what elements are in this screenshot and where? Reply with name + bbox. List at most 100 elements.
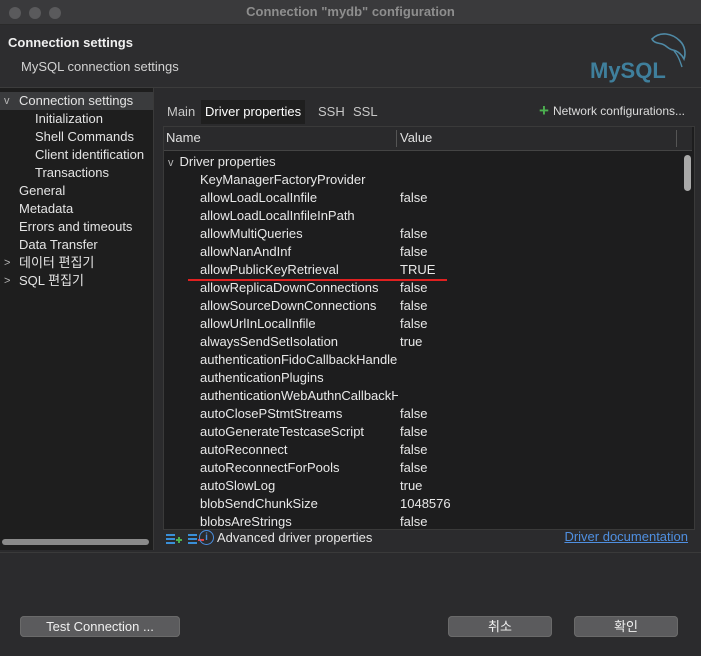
sidebar-item-label: Transactions — [35, 165, 109, 180]
table-row[interactable]: autoClosePStmtStreams false — [164, 405, 679, 423]
page-subtitle: MySQL connection settings — [21, 59, 179, 74]
mysql-logo-text: MySQL — [590, 58, 666, 83]
sidebar-item-data-transfer[interactable]: Data Transfer — [0, 236, 153, 254]
property-value[interactable]: false — [400, 243, 427, 261]
title-bar: Connection "mydb" configuration — [0, 0, 701, 25]
property-name: allowPublicKeyRetrieval — [200, 262, 339, 277]
add-property-icon[interactable] — [166, 532, 182, 546]
table-row[interactable]: authenticationWebAuthnCallbackHandler — [164, 387, 679, 405]
tab-driver-properties[interactable]: Driver properties — [201, 100, 306, 124]
test-connection-button[interactable]: Test Connection ... — [20, 616, 180, 637]
property-name: allowSourceDownConnections — [200, 298, 377, 313]
sidebar-item-initialization[interactable]: Initialization — [0, 110, 153, 128]
property-value[interactable]: false — [400, 423, 427, 441]
chevron-right-icon[interactable]: > — [4, 272, 10, 290]
sidebar-item-data-editor[interactable]: > 데이터 편집기 — [0, 254, 153, 272]
column-header-value[interactable]: Value — [400, 130, 432, 145]
sidebar-item-connection-settings[interactable]: v Connection settings — [0, 92, 153, 110]
property-name: allowLoadLocalInfileInPath — [200, 208, 355, 223]
table-row[interactable]: allowLoadLocalInfileInPath — [164, 207, 679, 225]
table-row[interactable]: autoGenerateTestcaseScript false — [164, 423, 679, 441]
property-value[interactable]: false — [400, 297, 427, 315]
sidebar-item-general[interactable]: General — [0, 182, 153, 200]
property-name: allowUrlInLocalInfile — [200, 316, 316, 331]
property-name: allowReplicaDownConnections — [200, 280, 379, 295]
sidebar-item-errors-and-timeouts[interactable]: Errors and timeouts — [0, 218, 153, 236]
property-value[interactable]: false — [400, 315, 427, 333]
property-name: allowNanAndInf — [200, 244, 292, 259]
mysql-logo: MySQL — [590, 33, 686, 83]
sidebar-item-label: Metadata — [19, 201, 74, 216]
column-resize-handle[interactable] — [676, 130, 677, 147]
property-name: allowLoadLocalInfile — [200, 190, 318, 205]
sidebar-item-transactions[interactable]: Transactions — [0, 164, 153, 182]
property-name: KeyManagerFactoryProvider — [200, 172, 366, 187]
property-name: authenticationPlugins — [200, 370, 324, 385]
property-value[interactable]: false — [400, 405, 427, 423]
table-row[interactable]: alwaysSendSetIsolation true — [164, 333, 679, 351]
table-row[interactable]: allowPublicKeyRetrieval TRUE — [164, 261, 679, 279]
table-row[interactable]: allowReplicaDownConnections false — [164, 279, 679, 297]
sidebar-nav: v Connection settings Initialization She… — [0, 88, 154, 550]
column-resize-handle[interactable] — [396, 130, 397, 147]
property-name: authenticationWebAuthnCallbackHandler — [200, 388, 398, 403]
table-row[interactable]: autoSlowLog true — [164, 477, 679, 495]
sidebar-item-client-identification[interactable]: Client identification — [0, 146, 153, 164]
cancel-button[interactable]: 취소 — [448, 616, 552, 637]
table-row[interactable]: allowSourceDownConnections false — [164, 297, 679, 315]
chevron-right-icon[interactable]: > — [4, 254, 10, 272]
ok-button[interactable]: 확인 — [574, 616, 678, 637]
sidebar-item-sql-editor[interactable]: > SQL 편집기 — [0, 272, 153, 290]
tab-main[interactable]: Main — [163, 100, 199, 124]
table-row[interactable]: authenticationPlugins — [164, 369, 679, 387]
property-value[interactable]: false — [400, 279, 427, 297]
sidebar-item-metadata[interactable]: Metadata — [0, 200, 153, 218]
property-name: autoReconnect — [200, 442, 288, 457]
property-value[interactable]: true — [400, 333, 422, 351]
chevron-down-icon[interactable]: v — [168, 157, 174, 169]
highlight-underline — [188, 279, 447, 281]
column-header-name[interactable]: Name — [166, 130, 201, 145]
property-name: autoSlowLog — [200, 478, 276, 493]
table-row[interactable]: autoReconnect false — [164, 441, 679, 459]
property-value[interactable]: false — [400, 189, 427, 207]
sidebar-item-label: Client identification — [35, 147, 145, 162]
advanced-driver-properties-label: Advanced driver properties — [217, 530, 373, 545]
tab-ssh[interactable]: SSH — [314, 100, 349, 124]
property-name: blobSendChunkSize — [200, 496, 318, 511]
tab-ssl[interactable]: SSL — [349, 100, 382, 124]
network-configurations-button[interactable]: + Network configurations... — [539, 100, 685, 124]
chevron-down-icon[interactable]: v — [4, 92, 10, 110]
table-row[interactable]: KeyManagerFactoryProvider — [164, 171, 679, 189]
property-value[interactable]: 1048576 — [400, 495, 451, 513]
sidebar-item-label: 데이터 편집기 — [19, 255, 95, 270]
table-row[interactable]: authenticationFidoCallbackHandler — [164, 351, 679, 369]
property-value[interactable]: false — [400, 459, 427, 477]
table-row[interactable]: allowMultiQueries false — [164, 225, 679, 243]
property-value[interactable]: false — [400, 225, 427, 243]
sidebar-item-label: Connection settings — [19, 93, 134, 108]
property-value[interactable]: TRUE — [400, 261, 435, 279]
property-name: autoReconnectForPools — [200, 460, 340, 475]
tab-bar: Main Driver properties SSH SSL + Network … — [163, 100, 693, 124]
sidebar-horizontal-scrollbar[interactable] — [2, 539, 149, 545]
plus-icon: + — [539, 101, 549, 120]
property-value[interactable]: true — [400, 477, 422, 495]
property-group-label: Driver properties — [179, 154, 276, 169]
info-icon: i — [199, 530, 214, 545]
header: Connection settings MySQL connection set… — [0, 25, 701, 88]
table-row[interactable]: autoReconnectForPools false — [164, 459, 679, 477]
window-title: Connection "mydb" configuration — [246, 4, 455, 19]
vertical-scrollbar[interactable] — [684, 155, 691, 191]
network-configurations-label: Network configurations... — [552, 104, 685, 118]
table-row[interactable]: allowNanAndInf false — [164, 243, 679, 261]
table-row[interactable]: allowUrlInLocalInfile false — [164, 315, 679, 333]
sidebar-item-shell-commands[interactable]: Shell Commands — [0, 128, 153, 146]
page-title: Connection settings — [8, 35, 133, 50]
property-value[interactable]: false — [400, 441, 427, 459]
property-group-row[interactable]: v Driver properties — [168, 153, 276, 171]
driver-documentation-link[interactable]: Driver documentation — [564, 529, 688, 544]
sidebar-item-label: Shell Commands — [35, 129, 134, 144]
table-row[interactable]: blobSendChunkSize 1048576 — [164, 495, 679, 513]
table-row[interactable]: allowLoadLocalInfile false — [164, 189, 679, 207]
